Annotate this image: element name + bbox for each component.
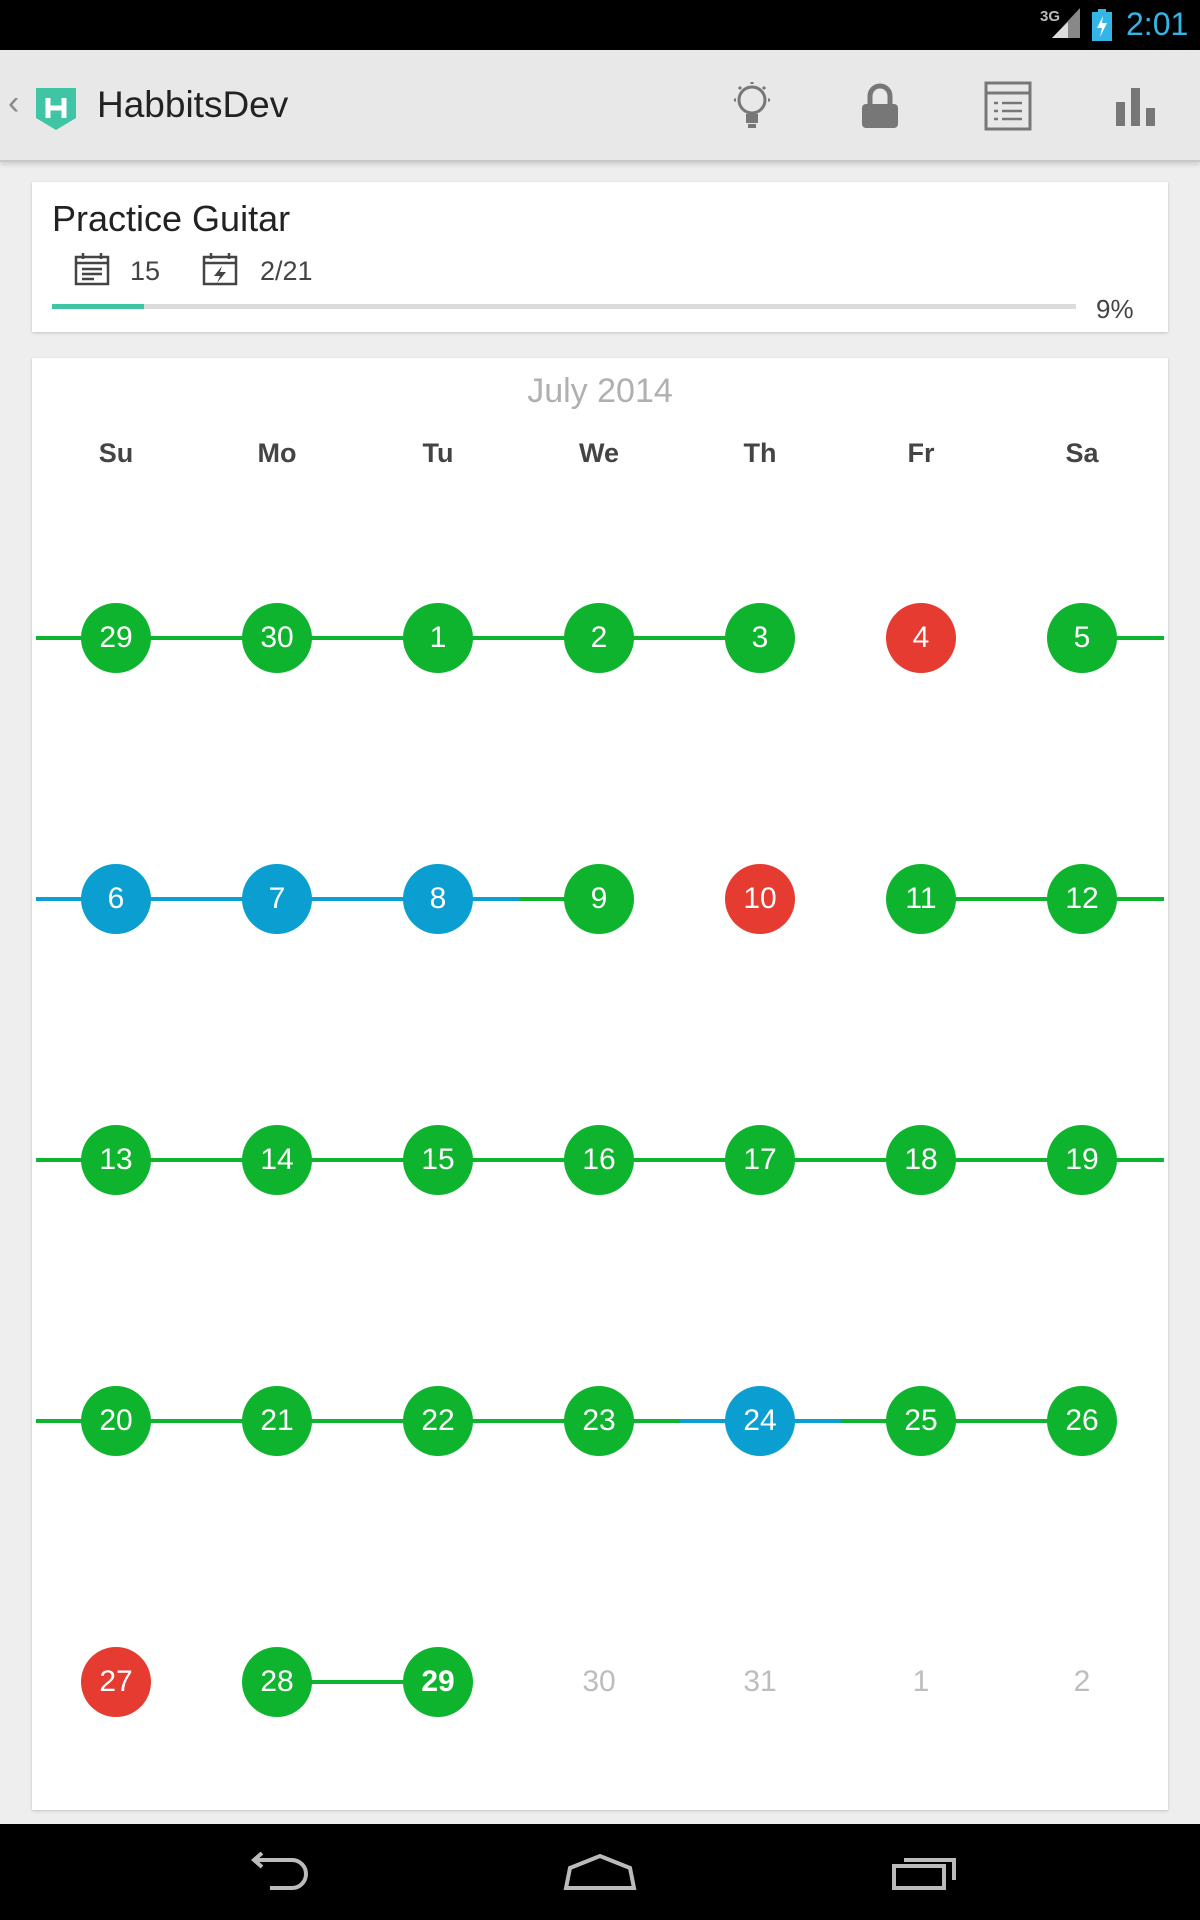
lock-icon[interactable] (852, 78, 908, 134)
app-title: HabbitsDev (97, 84, 289, 125)
calendar-day[interactable]: 8 (403, 864, 473, 934)
calendar-day[interactable]: 27 (81, 1647, 151, 1717)
status-bar: 3G 2:01 (0, 0, 1200, 50)
calendar-day[interactable]: 4 (886, 603, 956, 673)
calendar-list-icon (74, 252, 110, 291)
weekday-label: Mo (257, 438, 297, 468)
action-bar: ‹ HabbitsDev (0, 50, 1200, 162)
calendar-day[interactable]: 28 (242, 1647, 312, 1717)
calendar-day[interactable]: 25 (886, 1386, 956, 1456)
calendar-day[interactable]: 1 (403, 603, 473, 673)
up-caret-icon[interactable]: ‹ (8, 86, 19, 120)
calendar-day-future: 2 (1073, 1665, 1091, 1698)
calendar-day-future: 30 (582, 1665, 616, 1698)
weekday-label: Sa (1065, 438, 1099, 468)
bar-chart-icon[interactable] (1108, 78, 1164, 134)
calendar-day[interactable]: 29 (81, 603, 151, 673)
calendar-day[interactable]: 20 (81, 1386, 151, 1456)
calendar-day[interactable]: 30 (242, 603, 312, 673)
weekday-label: Th (743, 438, 777, 468)
calendar-day[interactable]: 15 (403, 1125, 473, 1195)
signal-icon (1052, 8, 1080, 43)
weekday-label: Su (98, 438, 134, 468)
calendar-day[interactable]: 11 (886, 864, 956, 934)
battery-icon (1092, 9, 1112, 46)
calendar-day[interactable]: 12 (1047, 864, 1117, 934)
status-clock: 2:01 (1126, 6, 1189, 42)
progress-fill (52, 304, 145, 309)
calendar-day[interactable]: 19 (1047, 1125, 1117, 1195)
calendar-day[interactable]: 17 (725, 1125, 795, 1195)
progress-bar (52, 304, 1076, 309)
calendar-day[interactable]: 2 (564, 603, 634, 673)
calendar-card: July 2014 Su Mo Tu We Th Fr Sa 29 30 1 2 3 4 5 6 7 8 9 10… (32, 358, 1168, 1810)
app-logo-icon[interactable] (34, 86, 78, 137)
calendar-day-future: 1 (912, 1665, 930, 1698)
calendar-day[interactable]: 13 (81, 1125, 151, 1195)
calendar-day[interactable]: 14 (242, 1125, 312, 1195)
calendar-day[interactable]: 21 (242, 1386, 312, 1456)
weekday-label: We (578, 438, 619, 468)
progress-percent: 9% (1096, 294, 1134, 324)
home-icon[interactable] (555, 1844, 645, 1900)
calendar-day[interactable]: 3 (725, 603, 795, 673)
nav-bar (0, 1824, 1200, 1920)
weekday-label: Tu (422, 438, 454, 468)
recents-icon[interactable] (880, 1844, 970, 1900)
calendar-day[interactable]: 26 (1047, 1386, 1117, 1456)
calendar-day[interactable]: 7 (242, 864, 312, 934)
habit-card[interactable]: Practice Guitar 15 2/21 9% (32, 182, 1168, 332)
calendar-day[interactable]: 29 (403, 1647, 473, 1717)
calendar-day[interactable]: 24 (725, 1386, 795, 1456)
calendar-day[interactable]: 9 (564, 864, 634, 934)
calendar-day[interactable]: 6 (81, 864, 151, 934)
habit-name: Practice Guitar (52, 198, 291, 239)
calendar-day[interactable]: 10 (725, 864, 795, 934)
habit-count: 15 (130, 256, 161, 286)
calendar-day-future: 31 (743, 1665, 777, 1698)
habit-date: 2/21 (260, 256, 313, 286)
calendar-day[interactable]: 16 (564, 1125, 634, 1195)
lightbulb-icon[interactable] (724, 78, 780, 134)
list-icon[interactable] (980, 78, 1036, 134)
calendar-day[interactable]: 23 (564, 1386, 634, 1456)
calendar-streak-icon (202, 252, 238, 291)
back-icon[interactable] (230, 1844, 320, 1900)
calendar-day[interactable]: 18 (886, 1125, 956, 1195)
month-title: July 2014 (527, 372, 673, 410)
calendar-day[interactable]: 22 (403, 1386, 473, 1456)
calendar-day[interactable]: 5 (1047, 603, 1117, 673)
weekday-label: Fr (907, 438, 935, 468)
